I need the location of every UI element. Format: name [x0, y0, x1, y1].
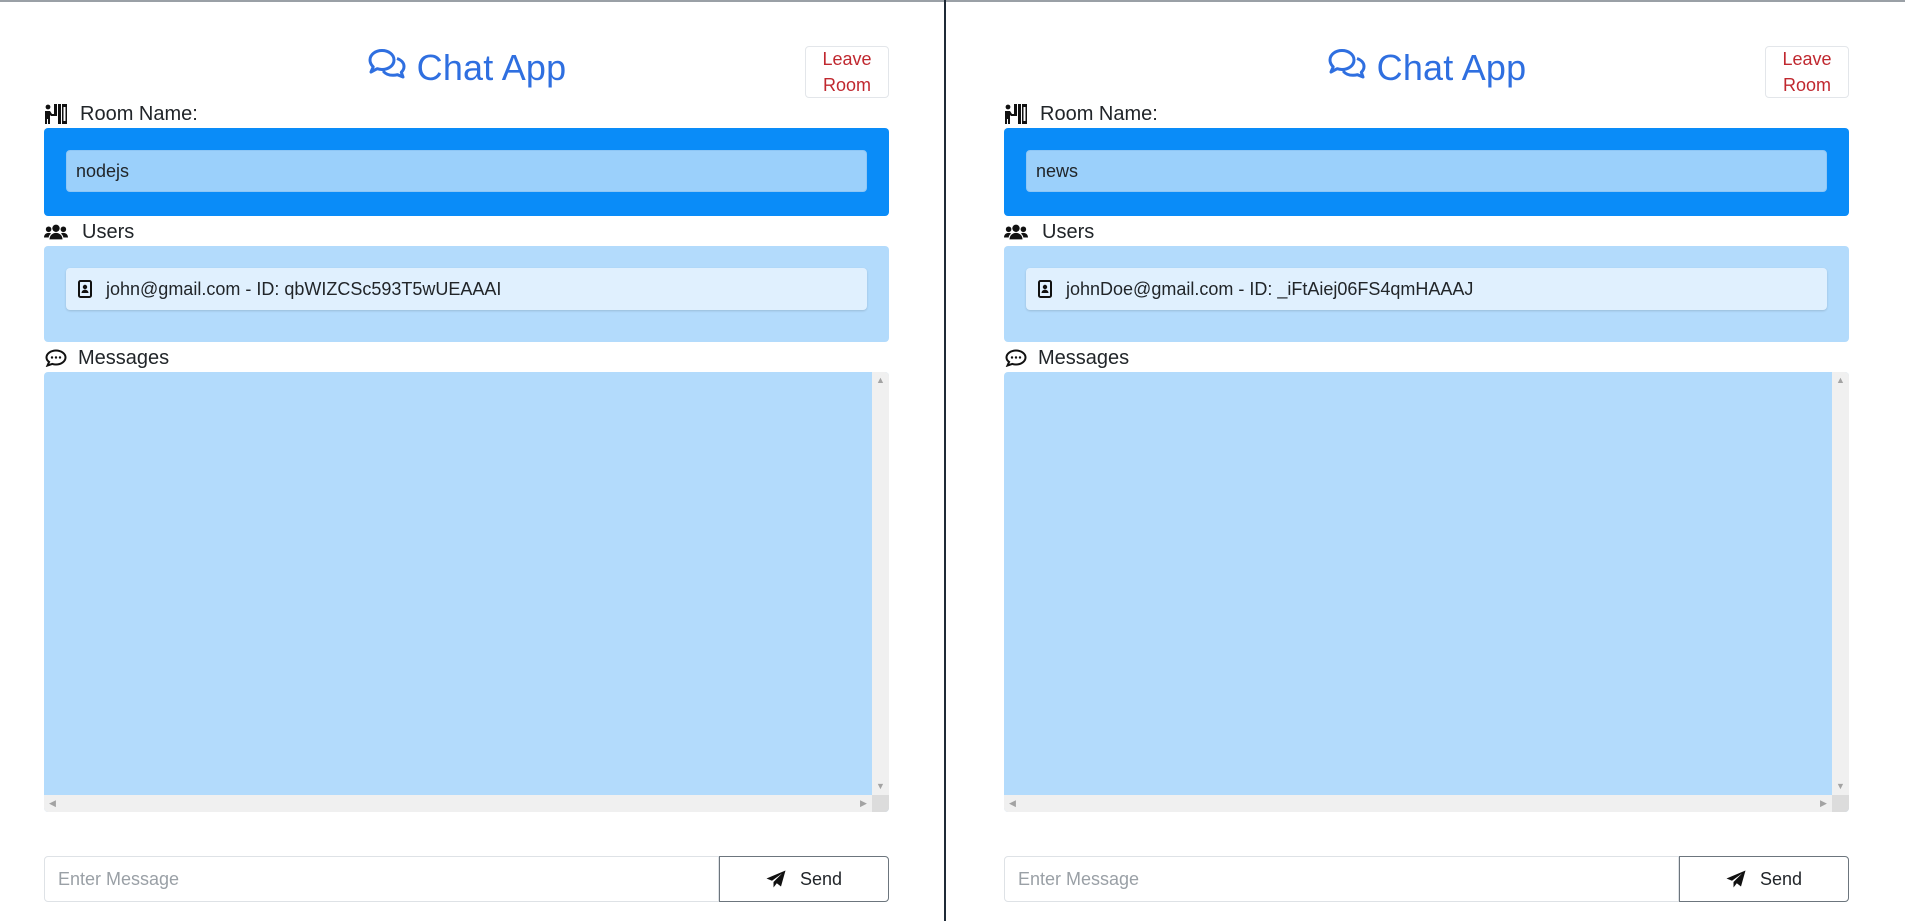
room-name-label: Room Name:: [44, 102, 198, 126]
scroll-right-arrow-icon[interactable]: ▶: [855, 799, 872, 808]
app-brand: Chat App: [1004, 44, 1849, 92]
send-label: Send: [1759, 868, 1803, 889]
room-name-field[interactable]: nodejs: [66, 150, 867, 192]
scroll-down-arrow-icon[interactable]: ▼: [1832, 782, 1849, 791]
contact-card-icon: [76, 279, 94, 299]
users-panel: johnDoe@gmail.com - ID: _iFtAiej06FS4qmH…: [1004, 246, 1849, 342]
send-button[interactable]: Send: [719, 856, 889, 902]
messages-area[interactable]: ▲ ▼ ◀ ▶: [1004, 372, 1849, 812]
leave-label-line2: Room: [822, 75, 871, 95]
app-brand: Chat App: [44, 44, 889, 92]
users-label: Users: [44, 220, 134, 244]
chat-pane-left: Chat App Leave Room Room Name: nodejs Us…: [0, 0, 944, 921]
person-board-icon: [44, 103, 68, 125]
leave-label-line1: Leave: [822, 49, 872, 69]
vertical-scrollbar[interactable]: ▲ ▼: [1832, 372, 1849, 795]
room-name-label-text: Room Name:: [80, 102, 198, 125]
scrollbar-corner: [1832, 795, 1849, 812]
room-panel: news: [1004, 128, 1849, 216]
app-title: Chat App: [416, 47, 567, 88]
leave-label-line2: Room: [1782, 75, 1831, 95]
pane-divider: [944, 0, 946, 921]
send-label: Send: [799, 868, 843, 889]
messages-label-text: Messages: [78, 346, 170, 369]
chat-bubbles-icon: [367, 47, 407, 89]
users-label-text: Users: [1042, 220, 1095, 243]
paper-plane-icon: [1726, 870, 1746, 888]
scrollbar-corner: [872, 795, 889, 812]
vertical-scrollbar[interactable]: ▲ ▼: [872, 372, 889, 795]
leave-room-button[interactable]: Leave Room: [805, 46, 889, 98]
app-title: Chat App: [1376, 47, 1527, 88]
room-name-label: Room Name:: [1004, 102, 1158, 126]
paper-plane-icon: [766, 870, 786, 888]
messages-label: Messages: [44, 346, 169, 370]
user-list-item: john@gmail.com - ID: qbWIZCSc593T5wUEAAA…: [66, 268, 867, 310]
speech-bubble-icon: [44, 347, 68, 369]
users-label-text: Users: [82, 220, 135, 243]
message-compose: Send: [44, 856, 889, 902]
message-compose: Send: [1004, 856, 1849, 902]
scroll-up-arrow-icon[interactable]: ▲: [1832, 376, 1849, 385]
leave-label-line1: Leave: [1782, 49, 1832, 69]
scroll-down-arrow-icon[interactable]: ▼: [872, 782, 889, 791]
person-board-icon: [1004, 103, 1028, 125]
send-button[interactable]: Send: [1679, 856, 1849, 902]
room-name-field[interactable]: news: [1026, 150, 1827, 192]
scroll-left-arrow-icon[interactable]: ◀: [1004, 799, 1021, 808]
chat-bubbles-icon: [1327, 47, 1367, 89]
app-header: Chat App Leave Room: [44, 44, 889, 100]
scroll-right-arrow-icon[interactable]: ▶: [1815, 799, 1832, 808]
user-list-item: johnDoe@gmail.com - ID: _iFtAiej06FS4qmH…: [1026, 268, 1827, 310]
leave-room-button[interactable]: Leave Room: [1765, 46, 1849, 98]
horizontal-scrollbar[interactable]: ◀ ▶: [44, 795, 872, 812]
users-panel: john@gmail.com - ID: qbWIZCSc593T5wUEAAA…: [44, 246, 889, 342]
app-header: Chat App Leave Room: [1004, 44, 1849, 100]
user-entry-text: johnDoe@gmail.com - ID: _iFtAiej06FS4qmH…: [1066, 278, 1474, 299]
messages-label: Messages: [1004, 346, 1129, 370]
scroll-up-arrow-icon[interactable]: ▲: [872, 376, 889, 385]
users-icon: [1004, 221, 1028, 243]
user-entry-text: john@gmail.com - ID: qbWIZCSc593T5wUEAAA…: [106, 278, 502, 299]
chat-pane-right: Chat App Leave Room Room Name: news User…: [960, 0, 1904, 921]
scroll-left-arrow-icon[interactable]: ◀: [44, 799, 61, 808]
users-icon: [44, 221, 68, 243]
horizontal-scrollbar[interactable]: ◀ ▶: [1004, 795, 1832, 812]
contact-card-icon: [1036, 279, 1054, 299]
message-input[interactable]: [44, 856, 719, 902]
room-name-label-text: Room Name:: [1040, 102, 1158, 125]
message-input[interactable]: [1004, 856, 1679, 902]
speech-bubble-icon: [1004, 347, 1028, 369]
users-label: Users: [1004, 220, 1094, 244]
messages-area[interactable]: ▲ ▼ ◀ ▶: [44, 372, 889, 812]
messages-label-text: Messages: [1038, 346, 1130, 369]
room-panel: nodejs: [44, 128, 889, 216]
